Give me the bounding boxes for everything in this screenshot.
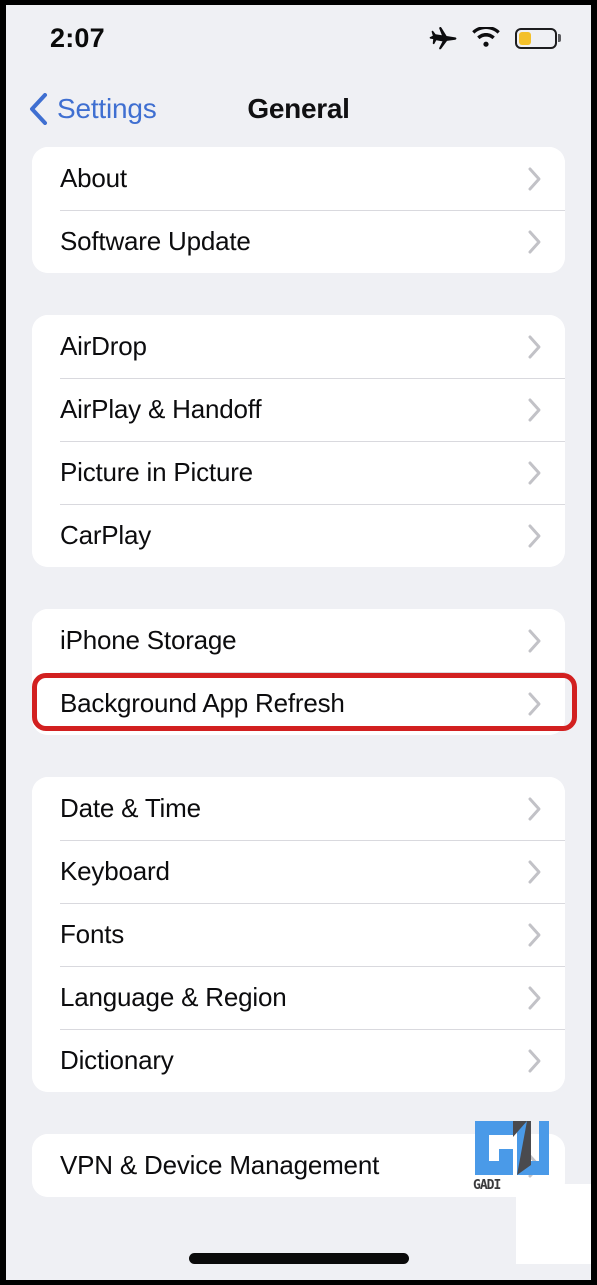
settings-row-background-app-refresh[interactable]: Background App Refresh [32,672,565,735]
settings-group: AirDrop AirPlay & Handoff Picture in Pictu… [32,315,565,567]
chevron-right-icon [527,229,543,255]
chevron-right-icon [527,523,543,549]
chevron-right-icon [527,460,543,486]
chevron-right-icon [527,166,543,192]
settings-group: VPN & Device Management [32,1134,565,1197]
settings-group: About Software Update [32,147,565,273]
settings-row-label: iPhone Storage [60,625,237,655]
status-bar-time: 2:07 [50,22,105,53]
battery-icon [515,27,557,49]
chevron-right-icon [527,796,543,822]
settings-row-label: Dictionary [60,1045,174,1075]
settings-row-carplay[interactable]: CarPlay [32,504,565,567]
settings-row-software-update[interactable]: Software Update [32,210,565,273]
settings-row-fonts[interactable]: Fonts [32,903,565,966]
settings-row-label: Keyboard [60,856,170,886]
airplane-mode-icon [429,26,457,50]
chevron-right-icon [527,1048,543,1074]
settings-group: iPhone Storage Background App Refresh [32,609,565,735]
settings-row-label: AirDrop [60,331,147,361]
settings-row-date-time[interactable]: Date & Time [32,777,565,840]
chevron-right-icon [527,1153,543,1179]
settings-row-keyboard[interactable]: Keyboard [32,840,565,903]
chevron-right-icon [527,691,543,717]
settings-list[interactable]: About Software Update AirDrop AirPlay & Han… [6,147,591,1280]
settings-row-about[interactable]: About [32,147,565,210]
settings-row-vpn-device-management[interactable]: VPN & Device Management [32,1134,565,1197]
chevron-right-icon [527,922,543,948]
chevron-right-icon [527,334,543,360]
home-indicator[interactable] [188,1253,409,1264]
settings-row-label: Software Update [60,226,251,256]
settings-row-label: Background App Refresh [60,688,345,718]
wifi-icon [471,27,501,49]
iphone-screen: 2:07 Settings General About Software Upd… [0,0,597,1285]
chevron-right-icon [527,859,543,885]
chevron-right-icon [527,628,543,654]
settings-row-iphone-storage[interactable]: iPhone Storage [32,609,565,672]
settings-row-label: CarPlay [60,520,152,550]
settings-row-label: Date & Time [60,793,201,823]
settings-row-label: Language & Region [60,982,287,1012]
settings-row-dictionary[interactable]: Dictionary [32,1029,565,1092]
page-title: General [247,93,350,124]
settings-row-label: Fonts [60,919,125,949]
settings-row-label: AirPlay & Handoff [60,394,262,424]
settings-row-airdrop[interactable]: AirDrop [32,315,565,378]
status-bar: 2:07 [6,5,591,71]
settings-row-picture-in-picture[interactable]: Picture in Picture [32,441,565,504]
settings-row-label: Picture in Picture [60,457,253,487]
settings-row-label: About [60,163,127,193]
status-bar-icons [429,26,557,50]
chevron-right-icon [527,985,543,1011]
settings-row-label: VPN & Device Management [60,1150,380,1180]
settings-row-airplay-handoff[interactable]: AirPlay & Handoff [32,378,565,441]
settings-row-language-region[interactable]: Language & Region [32,966,565,1029]
settings-group: Date & Time Keyboard Fonts Language & Regio… [32,777,565,1092]
navigation-bar: Settings General [6,71,591,147]
chevron-right-icon [527,397,543,423]
